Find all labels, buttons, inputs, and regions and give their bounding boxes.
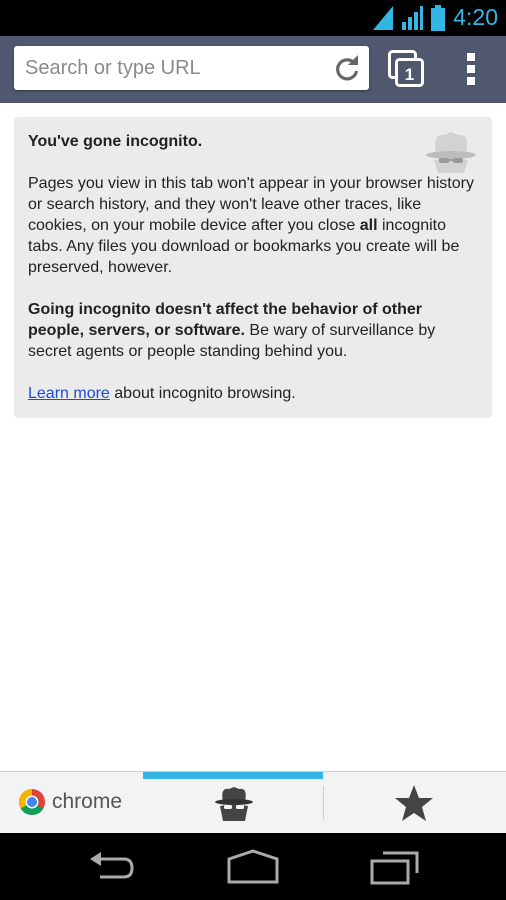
chrome-logo-icon [18,789,45,816]
tab-count: 1 [405,65,414,84]
overflow-menu-icon[interactable] [458,50,484,88]
learn-more-text: about incognito browsing. [109,385,296,402]
tab-bookmarks[interactable] [324,772,506,834]
tab-incognito[interactable] [143,772,323,834]
active-tab-indicator [143,772,323,779]
incognito-paragraph-1: Pages you view in this tab won't appear … [28,173,480,278]
bottom-bar: chrome [0,771,506,834]
star-icon [395,785,433,821]
incognito-paragraph-3: Learn more about incognito browsing. [28,383,480,404]
tab-switcher-button[interactable]: 1 [388,50,424,88]
incognito-text: You've gone incognito. Pages you view in… [28,131,480,425]
incognito-card: You've gone incognito. Pages you view in… [14,117,492,418]
status-icons: 4:20 [373,4,498,31]
incognito-paragraph-2: Going incognito doesn't affect the behav… [28,299,480,362]
incognito-icon [215,787,253,821]
status-bar: 4:20 [0,0,506,36]
home-icon[interactable] [226,849,280,885]
para1-bold: all [359,217,378,234]
search-input[interactable] [25,53,325,83]
learn-more-link[interactable]: Learn more [28,385,110,402]
back-icon[interactable] [88,849,136,885]
chrome-brand: chrome [18,788,122,816]
card-title: You've gone incognito. [28,133,203,150]
brand-label: chrome [52,790,123,813]
reload-icon[interactable] [333,55,361,83]
omnibox[interactable] [14,46,369,90]
browser-toolbar: 1 [0,36,506,103]
recent-apps-icon[interactable] [369,849,421,885]
page-content: You've gone incognito. Pages you view in… [0,103,506,771]
battery-icon [431,4,446,31]
signal-icon [402,5,424,30]
clock: 4:20 [453,4,498,30]
system-nav-bar [0,833,506,900]
wifi-icon [373,5,394,30]
